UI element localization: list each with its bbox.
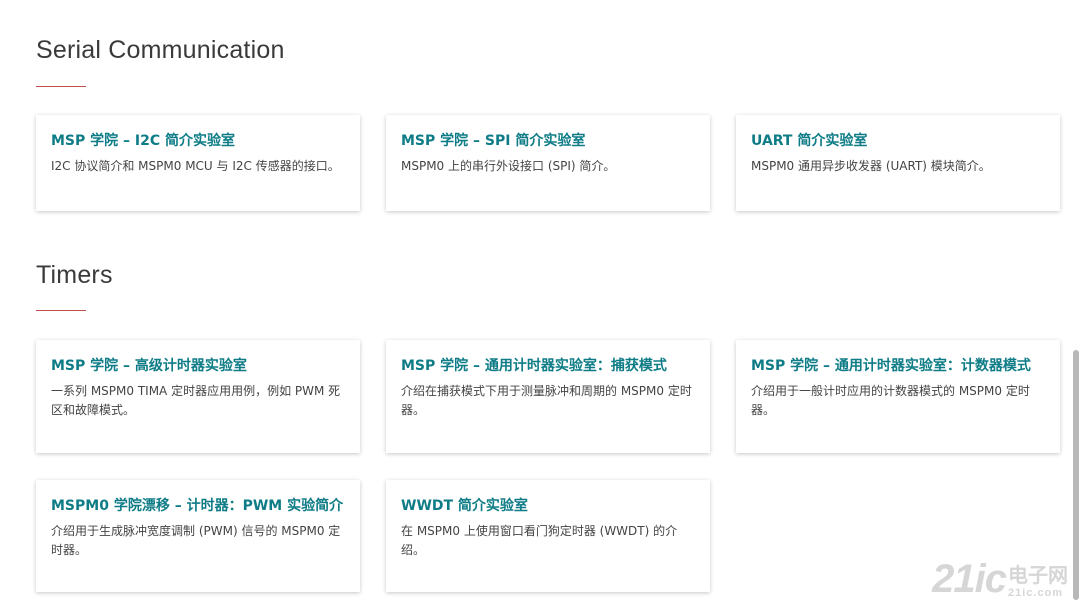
watermark-domain: 21ic.com [1008,587,1064,599]
section-title-serial-communication: Serial Communication [36,36,285,64]
card-title[interactable]: MSP 学院 – SPI 简介实验室 [401,131,696,151]
card-title[interactable]: MSP 学院 – 高级计时器实验室 [51,356,346,376]
card-uart-lab[interactable]: UART 简介实验室 MSPM0 通用异步收发器 (UART) 模块简介。 [736,115,1060,211]
card-wwdt-lab[interactable]: WWDT 简介实验室 在 MSPM0 上使用窗口看门狗定时器 (WWDT) 的介… [386,480,710,592]
card-i2c-lab[interactable]: MSP 学院 – I2C 简介实验室 I2C 协议简介和 MSPM0 MCU 与… [36,115,360,211]
section-divider [36,310,86,311]
card-description: MSPM0 通用异步收发器 (UART) 模块简介。 [751,159,991,173]
card-spi-lab[interactable]: MSP 学院 – SPI 简介实验室 MSPM0 上的串行外设接口 (SPI) … [386,115,710,211]
card-title[interactable]: WWDT 简介实验室 [401,496,696,516]
section-divider [36,86,86,87]
card-title[interactable]: MSP 学院 – 通用计时器实验室：计数器模式 [751,356,1046,376]
vertical-scrollbar[interactable] [1072,0,1080,605]
watermark-brand: 电子网 [1008,565,1068,587]
watermark-number: 21ic [932,557,1007,601]
card-description: 一系列 MSPM0 TIMA 定时器应用用例，例如 PWM 死区和故障模式。 [51,384,341,417]
card-description: 介绍用于一般计时应用的计数器模式的 MSPM0 定时器。 [751,384,1030,417]
card-description: 在 MSPM0 上使用窗口看门狗定时器 (WWDT) 的介绍。 [401,524,678,557]
card-description: MSPM0 上的串行外设接口 (SPI) 简介。 [401,159,616,173]
card-title[interactable]: MSPM0 学院漂移 – 计时器：PWM 实验简介 [51,496,346,516]
section-title-timers: Timers [36,261,113,289]
card-title[interactable]: MSP 学院 – I2C 简介实验室 [51,131,346,151]
card-advanced-timer-lab[interactable]: MSP 学院 – 高级计时器实验室 一系列 MSPM0 TIMA 定时器应用用例… [36,340,360,453]
card-title[interactable]: MSP 学院 – 通用计时器实验室：捕获模式 [401,356,696,376]
card-description: 介绍用于生成脉冲宽度调制 (PWM) 信号的 MSPM0 定时器。 [51,524,341,557]
card-pwm-lab[interactable]: MSPM0 学院漂移 – 计时器：PWM 实验简介 介绍用于生成脉冲宽度调制 (… [36,480,360,592]
card-capture-mode-lab[interactable]: MSP 学院 – 通用计时器实验室：捕获模式 介绍在捕获模式下用于测量脉冲和周期… [386,340,710,453]
card-description: I2C 协议简介和 MSPM0 MCU 与 I2C 传感器的接口。 [51,159,340,173]
scrollbar-thumb[interactable] [1073,350,1079,600]
watermark-logo: 21ic 电子网 21ic.com [932,559,1068,599]
card-description: 介绍在捕获模式下用于测量脉冲和周期的 MSPM0 定时器。 [401,384,692,417]
card-counter-mode-lab[interactable]: MSP 学院 – 通用计时器实验室：计数器模式 介绍用于一般计时应用的计数器模式… [736,340,1060,453]
card-title[interactable]: UART 简介实验室 [751,131,1046,151]
